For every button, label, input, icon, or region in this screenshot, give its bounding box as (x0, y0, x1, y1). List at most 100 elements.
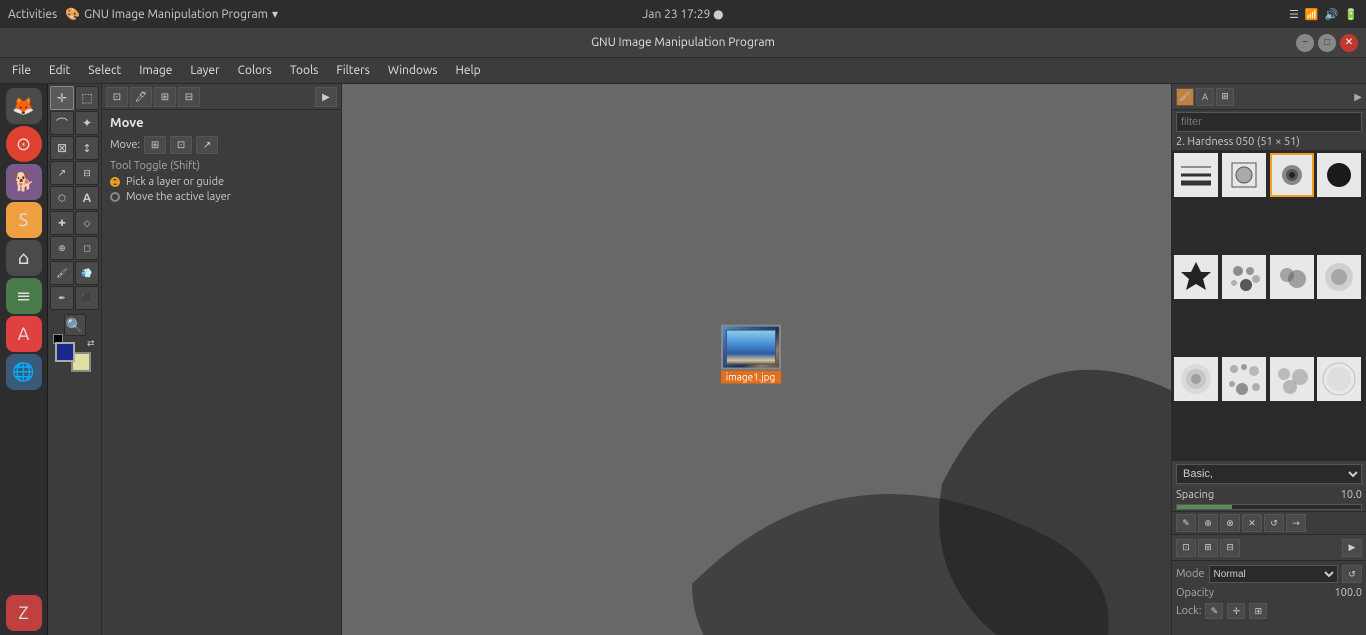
ink-btn[interactable]: ✒ (50, 286, 74, 310)
tool-options-icon3[interactable]: ⊞ (154, 87, 176, 107)
dock-network[interactable]: 🌐 (6, 354, 42, 390)
brush-duplicate-btn[interactable]: ⊗ (1220, 514, 1240, 532)
move-tool-btn[interactable]: ✛ (50, 86, 74, 110)
layer-mode-reset[interactable]: ↺ (1342, 565, 1362, 583)
canvas-area[interactable]: image1.jpg (342, 84, 1171, 635)
menu-help[interactable]: Help (448, 62, 489, 79)
brush-new-btn[interactable]: ⊕ (1198, 514, 1218, 532)
activities-button[interactable]: Activities (8, 8, 57, 21)
radio-pick-layer-btn[interactable] (110, 177, 120, 187)
brush-action-row: ✎ ⊕ ⊗ ✕ ↺ → (1172, 511, 1366, 534)
brush-cell-4[interactable] (1317, 153, 1361, 197)
tool-options-expand[interactable]: ▶ (315, 87, 337, 107)
dock-ftp[interactable]: Z (6, 595, 42, 631)
preset-select[interactable]: Basic, (1176, 464, 1362, 484)
menu-select[interactable]: Select (80, 62, 129, 79)
free-select-btn[interactable]: ⌒ (50, 111, 74, 135)
brush-preview-3 (1272, 155, 1312, 195)
menu-file[interactable]: File (4, 62, 39, 79)
shear-btn[interactable]: ⊟ (75, 161, 99, 185)
brush-cell-5[interactable] (1174, 255, 1218, 299)
brush-cell-2[interactable] (1222, 153, 1266, 197)
fg-color-swatch[interactable] (55, 342, 75, 362)
dock-home[interactable]: ⌂ (6, 240, 42, 276)
image-thumbnail[interactable] (721, 324, 781, 369)
app-indicator[interactable]: 🎨 GNU Image Manipulation Program ▾ (65, 7, 278, 21)
image-thumbnail-container[interactable]: image1.jpg (721, 324, 781, 383)
brush-cell-11[interactable] (1270, 357, 1314, 401)
brush-delete-btn[interactable]: ✕ (1242, 514, 1262, 532)
menu-image[interactable]: Image (131, 62, 180, 79)
airbrush-btn[interactable]: 💨 (75, 261, 99, 285)
radio-move-active[interactable]: Move the active layer (110, 191, 333, 203)
tool-options-icon2[interactable]: 🖊 (130, 87, 152, 107)
tool-search-btn[interactable]: 🔍 (64, 314, 86, 336)
clone-btn[interactable]: ⊕ (50, 236, 74, 260)
layers-icon1[interactable]: ⊡ (1176, 539, 1196, 557)
brush-cell-10[interactable] (1222, 357, 1266, 401)
layer-mode-select[interactable]: Normal (1209, 565, 1338, 583)
brushes-panel-expand[interactable]: ▶ (1354, 91, 1362, 103)
brush-cell-6[interactable] (1222, 255, 1266, 299)
maximize-button[interactable]: □ (1318, 34, 1336, 52)
tool-options-icon1[interactable]: ⊡ (106, 87, 128, 107)
perspective-btn[interactable]: ◇ (75, 211, 99, 235)
scale-btn[interactable]: ↗ (50, 161, 74, 185)
radio-move-active-btn[interactable] (110, 192, 120, 202)
menu-tools[interactable]: Tools (282, 62, 327, 79)
layers-icon3[interactable]: ⊟ (1220, 539, 1240, 557)
brush-preview-4 (1319, 155, 1359, 195)
menu-icon[interactable]: ☰ (1289, 8, 1299, 21)
bucket-btn[interactable]: ⬛ (75, 286, 99, 310)
brush-cell-7[interactable] (1270, 255, 1314, 299)
dock-chromium[interactable]: ⊙ (6, 126, 42, 162)
swap-colors-icon[interactable]: ⇄ (87, 338, 95, 349)
heal-btn[interactable]: ✚ (50, 211, 74, 235)
paintbrush-btn[interactable]: 🖌 (50, 261, 74, 285)
menu-layer[interactable]: Layer (182, 62, 227, 79)
brush-cell-1[interactable] (1174, 153, 1218, 197)
brush-edit-btn[interactable]: ✎ (1176, 514, 1196, 532)
rotate-btn[interactable]: ↕ (75, 136, 99, 160)
path-btn[interactable]: ⬡ (50, 186, 74, 210)
tool-options-icon4[interactable]: ⊟ (178, 87, 200, 107)
layers-expand[interactable]: ▶ (1342, 539, 1362, 557)
lock-alpha-btn[interactable]: ⊞ (1249, 603, 1267, 619)
brush-cell-12[interactable] (1317, 357, 1361, 401)
spacing-bar[interactable] (1176, 504, 1362, 510)
menu-colors[interactable]: Colors (230, 62, 280, 79)
close-button[interactable]: ✕ (1340, 34, 1358, 52)
layer-opacity-value: 100.0 (1334, 587, 1362, 599)
dock-gimp[interactable]: 🐕 (6, 164, 42, 200)
crop-btn[interactable]: ⊠ (50, 136, 74, 160)
brush-cell-3[interactable] (1270, 153, 1314, 197)
brush-cell-8[interactable] (1317, 255, 1361, 299)
text-btn[interactable]: A (75, 186, 99, 210)
dock-sublime[interactable]: S (6, 202, 42, 238)
brush-export-btn[interactable]: → (1286, 514, 1306, 532)
brush-cell-9[interactable] (1174, 357, 1218, 401)
fuzzy-select-btn[interactable]: ✦ (75, 111, 99, 135)
brushes-icon-text[interactable]: A (1196, 88, 1214, 106)
eraser-btn[interactable]: ◻ (75, 236, 99, 260)
move-option-btn2[interactable]: ⊡ (170, 136, 192, 154)
minimize-button[interactable]: − (1296, 34, 1314, 52)
brushes-icon-paint[interactable]: 🖌 (1176, 88, 1194, 106)
dock-appstore[interactable]: A (6, 316, 42, 352)
dock-firefox[interactable]: 🦊 (6, 88, 42, 124)
layers-icon2[interactable]: ⊞ (1198, 539, 1218, 557)
volume-icon: 🔊 (1325, 8, 1339, 21)
brushes-icon-pattern[interactable]: ⊞ (1216, 88, 1234, 106)
menu-windows[interactable]: Windows (380, 62, 446, 79)
menu-filters[interactable]: Filters (328, 62, 377, 79)
move-option-btn1[interactable]: ⊞ (144, 136, 166, 154)
brush-refresh-btn[interactable]: ↺ (1264, 514, 1284, 532)
radio-pick-layer[interactable]: Pick a layer or guide (110, 176, 333, 188)
move-option-btn3[interactable]: ↗ (196, 136, 218, 154)
lock-pixels-btn[interactable]: ✎ (1205, 603, 1223, 619)
menu-edit[interactable]: Edit (41, 62, 78, 79)
brush-filter-input[interactable] (1176, 112, 1362, 132)
dock-notes[interactable]: ≡ (6, 278, 42, 314)
lock-position-btn[interactable]: ✛ (1227, 603, 1245, 619)
rect-select-btn[interactable]: ⬚ (75, 86, 99, 110)
